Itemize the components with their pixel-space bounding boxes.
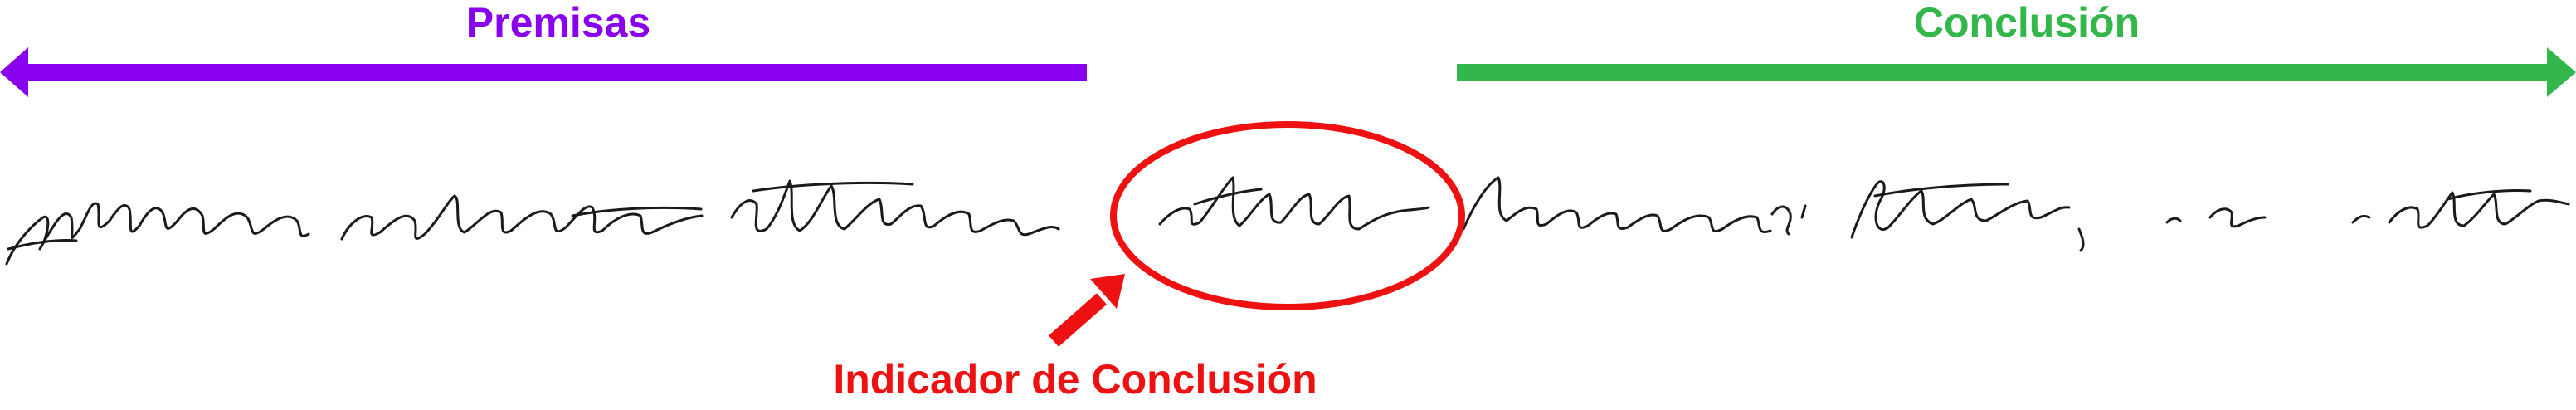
diagram-graphics [0, 47, 2576, 347]
handwriting-conclusion [1462, 176, 2570, 252]
premises-arrow-icon [0, 47, 1087, 97]
conclusion-arrow-icon [1457, 47, 2576, 97]
conclusion-label: Conclusión [1913, 0, 2140, 46]
argument-diagram: Premisas Conclusión Indicador de Conclus… [0, 0, 2576, 410]
pointer-arrow-icon [1049, 274, 1125, 347]
premises-label: Premisas [465, 0, 651, 46]
handwriting-premises [5, 179, 1060, 266]
handwriting-indicator [1158, 176, 1430, 231]
conclusion-indicator-label: Indicador de Conclusión [833, 356, 1317, 403]
